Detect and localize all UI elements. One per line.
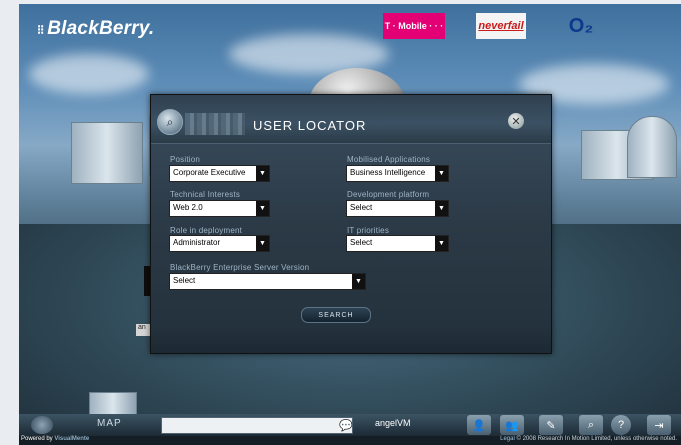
technical-interests-label: Technical Interests bbox=[170, 190, 241, 199]
it-priorities-label: IT priorities bbox=[347, 226, 390, 235]
blackberry-logo: ⁝⁝ BlackBerry. bbox=[37, 18, 155, 39]
position-select[interactable]: Corporate Executive ▼ bbox=[169, 165, 270, 182]
technical-interests-value: Web 2.0 bbox=[173, 203, 203, 212]
role-in-deployment-value: Administrator bbox=[173, 238, 221, 247]
it-priorities-value: Select bbox=[350, 238, 373, 247]
it-priorities-select[interactable]: Select ▼ bbox=[346, 235, 449, 252]
role-in-deployment-label: Role in deployment bbox=[170, 226, 243, 235]
exit-icon[interactable]: ⇥ bbox=[647, 415, 671, 435]
legal-text: Legal © 2008 Research In Motion Limited,… bbox=[500, 436, 677, 442]
toolbar-search-input[interactable] bbox=[161, 417, 353, 434]
dialog-header: ⌕ USER LOCATOR ✕ bbox=[151, 95, 551, 144]
mobilised-applications-select[interactable]: Business Intelligence ▼ bbox=[346, 165, 449, 182]
help-icon[interactable]: ? bbox=[611, 415, 631, 435]
bes-version-label: BlackBerry Enterprise Server Version bbox=[170, 263, 310, 272]
dome-building bbox=[627, 116, 677, 178]
chevron-down-icon[interactable]: ▼ bbox=[256, 201, 269, 216]
mobilised-applications-value: Business Intelligence bbox=[350, 168, 426, 177]
locate-icon[interactable]: ⌕ bbox=[579, 415, 603, 435]
search-button[interactable]: SEARCH bbox=[301, 307, 371, 323]
technical-interests-select[interactable]: Web 2.0 ▼ bbox=[169, 200, 270, 217]
chevron-down-icon[interactable]: ▼ bbox=[352, 274, 365, 289]
chevron-down-icon[interactable]: ▼ bbox=[256, 236, 269, 251]
mobilised-applications-label: Mobilised Applications bbox=[347, 155, 431, 164]
locator-icon: ⌕ bbox=[157, 109, 183, 135]
powered-by-text: Powered by VisualMente bbox=[21, 436, 90, 442]
chevron-down-icon[interactable]: ▼ bbox=[435, 236, 448, 251]
chevron-down-icon[interactable]: ▼ bbox=[435, 201, 448, 216]
position-label: Position bbox=[170, 155, 201, 164]
city-skyline-graphic bbox=[185, 113, 245, 135]
bes-version-value: Select bbox=[173, 276, 196, 285]
development-platform-value: Select bbox=[350, 203, 373, 212]
dialog-footer bbox=[151, 327, 551, 353]
chat-bubble-icon[interactable]: 💬 bbox=[337, 417, 355, 433]
bottom-toolbar: MAP 💬 angelVM 👤 👥 ✎ ⌕ ? ⇥ bbox=[19, 414, 681, 436]
map-button[interactable]: MAP bbox=[97, 418, 122, 429]
position-value: Corporate Executive bbox=[173, 168, 246, 177]
neverfail-logo[interactable]: neverfail bbox=[476, 13, 526, 39]
tmobile-logo[interactable]: T · Mobile · · · bbox=[383, 13, 445, 39]
development-platform-label: Development platform bbox=[347, 190, 430, 199]
group-icon[interactable]: 👥 bbox=[500, 415, 524, 435]
chevron-down-icon[interactable]: ▼ bbox=[256, 166, 269, 181]
role-in-deployment-select[interactable]: Administrator ▼ bbox=[169, 235, 270, 252]
visualmente-link[interactable]: VisualMente bbox=[54, 436, 89, 442]
building bbox=[71, 122, 143, 184]
username-label: angelVM bbox=[375, 418, 411, 428]
development-platform-select[interactable]: Select ▼ bbox=[346, 200, 449, 217]
legal-link[interactable]: Legal bbox=[500, 436, 515, 442]
footer: Powered by VisualMente Legal © 2008 Rese… bbox=[19, 436, 681, 445]
world-icon[interactable] bbox=[31, 416, 53, 434]
dialog-title: USER LOCATOR bbox=[253, 118, 367, 133]
chevron-down-icon[interactable]: ▼ bbox=[435, 166, 448, 181]
bes-version-select[interactable]: Select ▼ bbox=[169, 273, 366, 290]
close-icon[interactable]: ✕ bbox=[508, 113, 524, 129]
o2-logo[interactable]: O₂ bbox=[566, 13, 596, 39]
cloud bbox=[29, 54, 149, 94]
user-icon[interactable]: 👤 bbox=[467, 415, 491, 435]
user-locator-dialog: ⌕ USER LOCATOR ✕ Position Corporate Exec… bbox=[150, 94, 552, 354]
tag-icon[interactable]: ✎ bbox=[539, 415, 563, 435]
